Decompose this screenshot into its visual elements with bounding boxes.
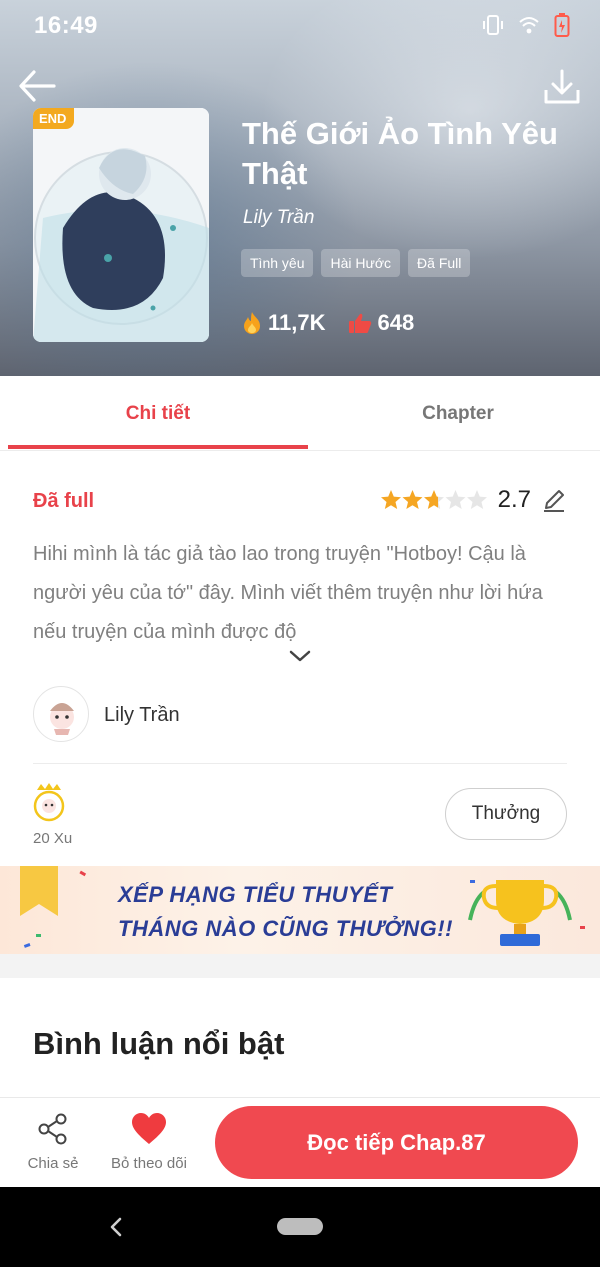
likes-count: 648 [377, 310, 415, 335]
bottom-action-bar: Chia sẻ Bỏ theo dõi Đọc tiếp Chap.87 [0, 1097, 600, 1187]
download-icon [544, 69, 580, 104]
share-button[interactable]: Chia sẻ [22, 1112, 84, 1172]
trophy-icon [468, 880, 572, 946]
book-description: Hihi mình là tác giả tào lao trong truyệ… [33, 543, 543, 643]
nav-back-icon[interactable] [106, 1213, 124, 1241]
banner-line-2: THÁNG NÀO CŨNG THƯỞNG!! [118, 916, 453, 941]
completion-status: Đã full [33, 490, 95, 512]
heart-icon [132, 1113, 166, 1144]
author-avatar [33, 686, 89, 742]
back-button[interactable] [16, 64, 60, 108]
author-name: Lily Trần [104, 704, 180, 726]
status-bar: 16:49 [0, 0, 600, 52]
share-label: Chia sẻ [27, 1155, 79, 1172]
chevron-down-icon [289, 650, 311, 662]
share-icon [38, 1113, 67, 1145]
book-author[interactable]: Lily Trần [243, 207, 314, 229]
cover-illustration [33, 108, 209, 342]
thumbs-up-icon [348, 313, 371, 333]
wifi-icon [518, 14, 540, 41]
rating-star[interactable] [423, 490, 444, 509]
views-stat: 11,7K [242, 310, 326, 336]
end-badge: END [33, 108, 75, 129]
nav-home-pill[interactable] [277, 1218, 323, 1235]
edit-icon[interactable] [541, 487, 567, 513]
download-button[interactable] [540, 66, 584, 110]
rating-stars[interactable] [380, 489, 488, 511]
tag-chip[interactable]: Tình yêu [241, 249, 314, 277]
vibrate-icon [482, 14, 504, 41]
arrow-left-icon [19, 70, 56, 102]
tab-bar: Chi tiết Chapter [0, 376, 600, 451]
author-row[interactable]: Lily Trần [33, 686, 567, 764]
tag-chip[interactable]: Đã Full [408, 249, 471, 277]
unfollow-button[interactable]: Bỏ theo dõi [102, 1112, 196, 1172]
book-cover[interactable]: END [33, 108, 209, 342]
coin-amount: 20 Xu [33, 830, 73, 847]
banner-text: XẾP HẠNG TIỂU THUYẾT THÁNG NÀO CŨNG THƯỞ… [118, 878, 453, 946]
rating-value: 2.7 [497, 486, 531, 513]
coin-crown-icon [33, 782, 65, 822]
likes-stat: 648 [348, 310, 415, 336]
system-nav-bar [0, 1187, 600, 1267]
views-count: 11,7K [268, 310, 326, 335]
tag-list: Tình yêu Hài Hước Đã Full [241, 249, 471, 277]
rating-star[interactable] [380, 490, 401, 509]
rating-star[interactable] [466, 490, 487, 509]
fire-icon [244, 312, 260, 334]
rating: 2.7 [380, 486, 567, 514]
banner-line-1: XẾP HẠNG TIỂU THUYẾT [118, 882, 393, 907]
expand-description-button[interactable] [288, 648, 312, 664]
status-time: 16:49 [34, 12, 98, 39]
featured-comments-title: Bình luận nổi bật [33, 1026, 285, 1061]
book-header: 16:49 END Thế Giới Ảo Tình Yêu Thật Lily… [0, 0, 600, 376]
rating-star[interactable] [445, 490, 466, 509]
battery-charging-icon [554, 12, 570, 43]
continue-reading-button[interactable]: Đọc tiếp Chap.87 [215, 1106, 578, 1179]
section-divider [0, 954, 600, 978]
book-title: Thế Giới Ảo Tình Yêu Thật [242, 116, 558, 191]
reward-button[interactable]: Thưởng [445, 788, 567, 840]
tab-chapter[interactable]: Chapter [308, 376, 600, 451]
tab-detail[interactable]: Chi tiết [8, 376, 308, 451]
active-tab-indicator [8, 445, 308, 449]
book-stats: 11,7K 648 [242, 310, 414, 336]
tag-chip[interactable]: Hài Hước [321, 249, 401, 277]
reward-row: 20 Xu Thưởng [33, 778, 567, 858]
unfollow-label: Bỏ theo dõi [111, 1155, 187, 1172]
ranking-banner[interactable]: XẾP HẠNG TIỂU THUYẾT THÁNG NÀO CŨNG THƯỞ… [0, 866, 600, 954]
rating-star[interactable] [402, 490, 423, 509]
